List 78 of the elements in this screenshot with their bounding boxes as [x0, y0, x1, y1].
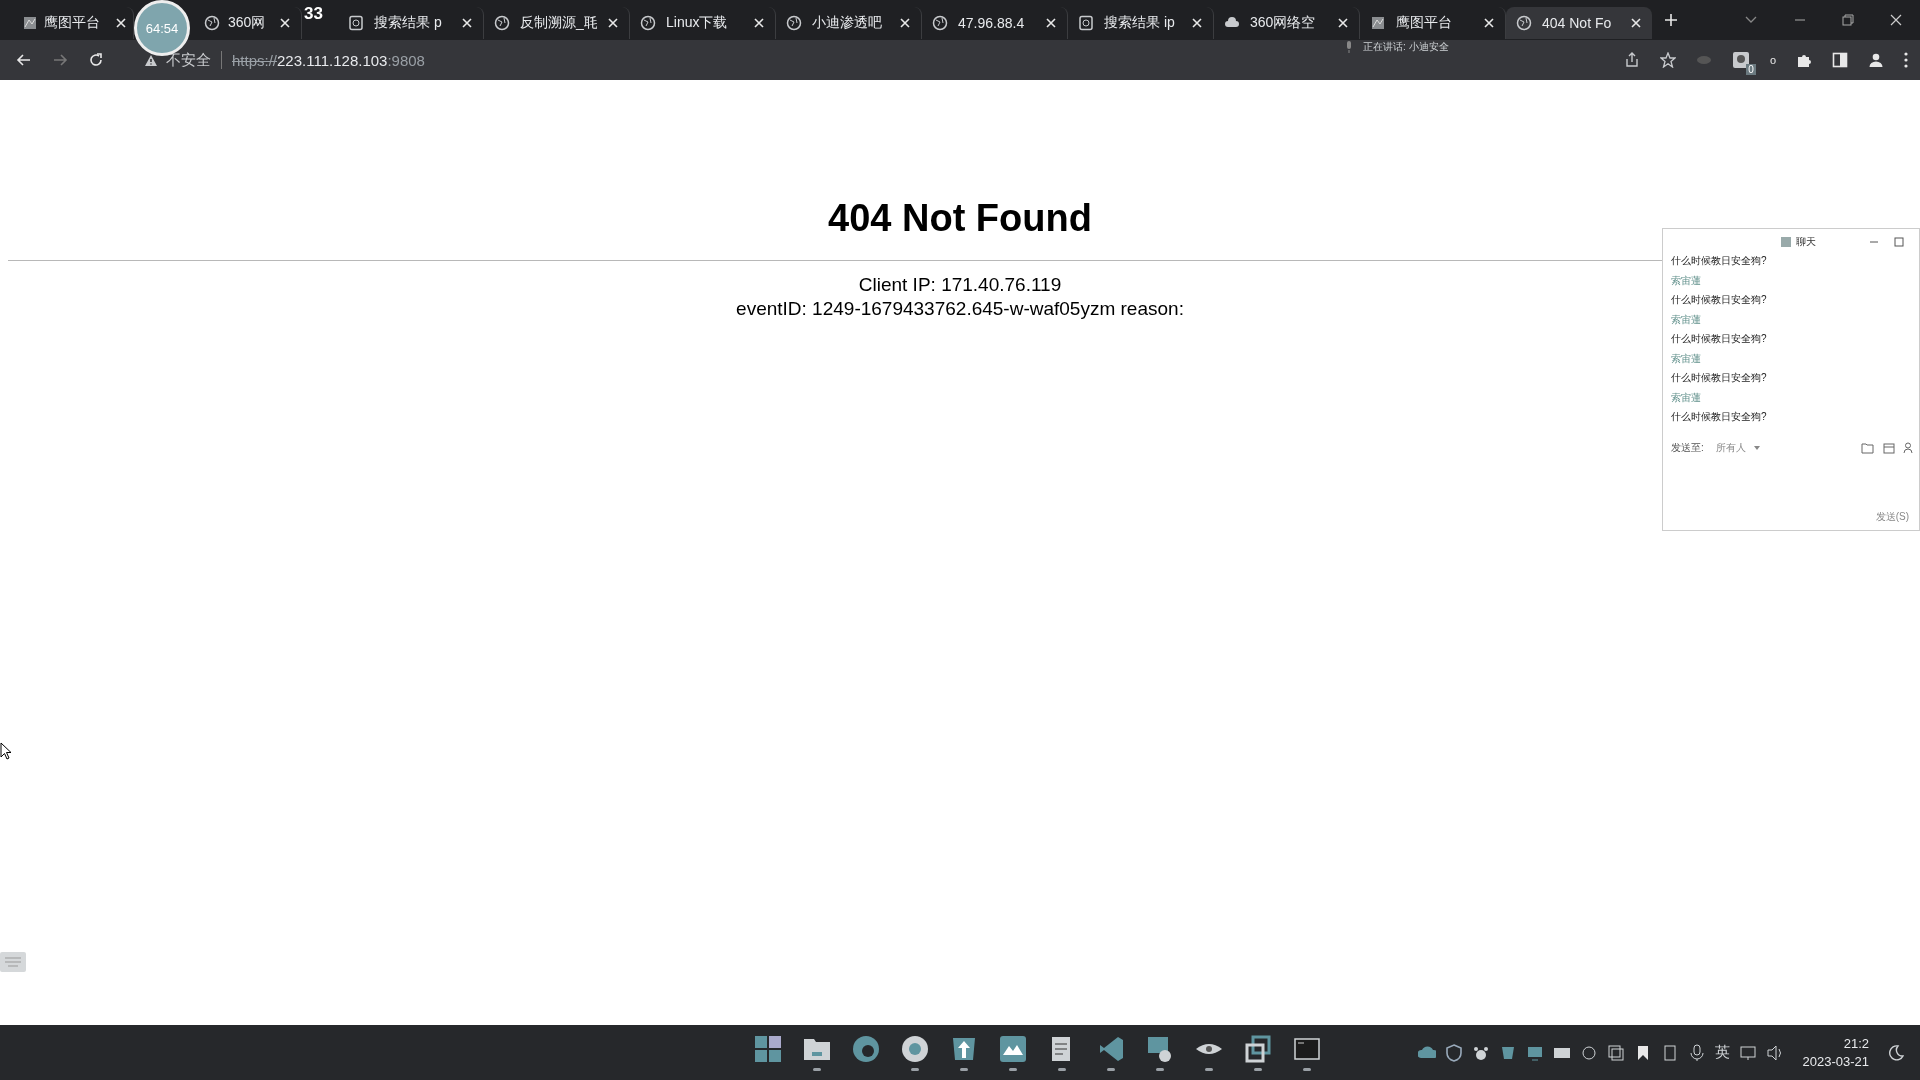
plus-icon[interactable] [1664, 13, 1678, 27]
chat-icon [1781, 237, 1791, 247]
moon-icon[interactable] [1888, 1044, 1904, 1061]
forward-icon[interactable] [52, 52, 68, 68]
menu-icon[interactable] [1904, 52, 1908, 68]
browser-tab[interactable]: 鹰图平台 [1360, 7, 1506, 39]
browser-tab[interactable]: 反制溯源_毦 [484, 7, 630, 39]
ring-icon[interactable] [900, 1034, 930, 1064]
shield-icon[interactable] [1444, 1043, 1463, 1062]
close-icon[interactable] [1191, 17, 1203, 29]
map-icon [22, 15, 38, 31]
input-language[interactable]: 英 [1714, 1043, 1730, 1062]
sender-name: 索宙蓮 [1671, 312, 1702, 327]
page-icon [348, 15, 364, 31]
error-detail: eventID: 1249-1679433762.645-w-waf05yzm reason: [736, 296, 1184, 321]
microphone-icon[interactable] [1687, 1043, 1706, 1062]
chat-message: 什么时候教日安全狗? [1671, 371, 1768, 385]
chat-title: 聊天 [1796, 235, 1816, 249]
squares-icon[interactable] [1243, 1034, 1273, 1064]
calendar-icon[interactable] [1883, 441, 1895, 454]
url-text[interactable]: https://223.111.128.103:9808 [232, 51, 425, 69]
windows-icon[interactable] [1606, 1043, 1625, 1062]
counter-text: 33 [304, 4, 324, 24]
browser-tab[interactable]: Linux下载 [630, 7, 776, 39]
browser-tab[interactable]: 404 Not Fo [1506, 7, 1652, 39]
chevron-down-icon[interactable] [1744, 15, 1758, 25]
error-detail: Client IP: 171.40.76.119 [858, 272, 1062, 297]
back-icon[interactable] [16, 52, 32, 68]
chat-message: 什么时候教日安全狗? [1671, 410, 1768, 424]
browser-tab[interactable]: 搜索结果 ip [1068, 7, 1214, 39]
extension-badge: 0 [1746, 64, 1756, 75]
page-icon [1078, 15, 1094, 31]
clock[interactable]: 21:2 2023-03-21 [1802, 1034, 1869, 1071]
close-icon[interactable] [1890, 14, 1902, 26]
close-icon[interactable] [461, 17, 473, 29]
warning-icon [144, 53, 158, 67]
send-to-label: 发送至: [1671, 440, 1704, 455]
sender-name: 索宙蓮 [1671, 390, 1702, 405]
speaker-icon[interactable] [1765, 1043, 1784, 1062]
page-heading: 404 Not Found [828, 196, 1092, 241]
share-icon[interactable] [1623, 52, 1640, 68]
browser-tab[interactable]: 鹰图平台 [14, 7, 134, 39]
restore-icon[interactable] [1842, 14, 1854, 26]
start-icon[interactable] [753, 1034, 783, 1064]
close-icon[interactable] [1045, 17, 1057, 29]
microphone-icon [1345, 41, 1353, 53]
person-icon[interactable] [1903, 441, 1913, 454]
browser-tab[interactable]: 小迪渗透吧 [776, 7, 922, 39]
puzzle-icon[interactable] [1796, 52, 1812, 68]
close-icon[interactable] [279, 17, 291, 29]
sidebar-icon[interactable] [1832, 52, 1848, 68]
caret-icon[interactable] [1753, 445, 1760, 450]
extension-label[interactable]: o [1769, 54, 1776, 66]
close-icon[interactable] [607, 17, 619, 29]
mountain-icon[interactable] [998, 1034, 1028, 1064]
maximize-icon[interactable] [1894, 237, 1904, 247]
browser-tab[interactable]: 360网 [194, 7, 302, 39]
close-icon[interactable] [115, 17, 127, 29]
display-icon[interactable] [1738, 1043, 1757, 1062]
sender-name: 索宙蓮 [1671, 351, 1702, 366]
close-icon[interactable] [899, 17, 911, 29]
close-icon[interactable] [1337, 17, 1349, 29]
sender-name: 索宙蓮 [1671, 273, 1702, 288]
browser-tab[interactable]: 360网络空 [1214, 7, 1360, 39]
close-icon[interactable] [753, 17, 765, 29]
chat-message: 什么时候教日安全狗? [1671, 293, 1768, 307]
recipient-dropdown[interactable]: 所有人 [1715, 440, 1746, 455]
profile-icon[interactable] [1868, 52, 1884, 68]
reload-icon[interactable] [88, 52, 104, 68]
close-icon[interactable] [1483, 17, 1495, 29]
chat-message: 什么时候教日安全狗? [1671, 332, 1768, 346]
map-icon [1370, 15, 1386, 31]
speaking-indicator: 正在讲话: 小迪安全 [1363, 40, 1449, 54]
browser-tab[interactable]: 搜索结果 p [338, 7, 484, 39]
chat-message: 什么时候教日安全狗? [1671, 254, 1768, 268]
close-icon[interactable] [1630, 17, 1642, 29]
star-icon[interactable] [1659, 52, 1676, 68]
browser-tab[interactable]: 47.96.88.4 [922, 7, 1068, 39]
